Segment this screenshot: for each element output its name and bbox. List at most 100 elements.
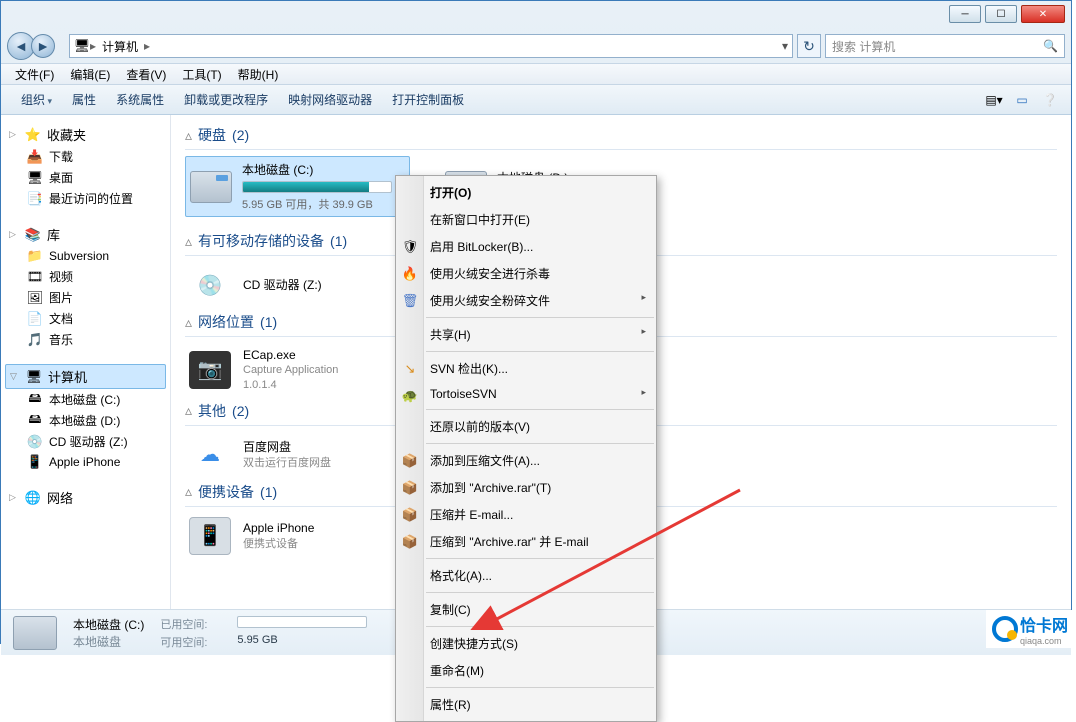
tool-organize[interactable]: 组织: [11, 87, 62, 112]
address-dropdown-icon[interactable]: ▾: [782, 39, 788, 53]
nav-row: ◄ ► 🖥 ▸ 计算机 ▸ ▾ ↻ 搜索 计算机 🔍: [1, 29, 1071, 63]
tool-system-properties[interactable]: 系统属性: [106, 87, 174, 112]
side-iphone[interactable]: 📱Apple iPhone: [5, 452, 166, 472]
ctx-compress-email[interactable]: 📦压缩并 E-mail...: [396, 501, 656, 528]
archive-icon: 📦: [401, 533, 419, 551]
maximize-button[interactable]: ☐: [985, 5, 1017, 23]
side-documents[interactable]: 📄文档: [5, 308, 166, 329]
picture-icon: 🖼: [27, 290, 43, 306]
ctx-sep: [426, 592, 654, 593]
ctx-huorong-shred[interactable]: 🗑使用火绒安全粉碎文件: [396, 287, 656, 314]
ctx-open-new-window[interactable]: 在新窗口中打开(E): [396, 206, 656, 233]
side-drive-d[interactable]: 🖴本地磁盘 (D:): [5, 410, 166, 431]
view-options-button[interactable]: ▤▾: [983, 90, 1005, 110]
music-icon: 🎵: [27, 332, 43, 348]
side-music[interactable]: 🎵音乐: [5, 329, 166, 350]
document-icon: 📄: [27, 311, 43, 327]
ctx-add-archive-rar[interactable]: 📦添加到 "Archive.rar"(T): [396, 474, 656, 501]
close-button[interactable]: ✕: [1021, 5, 1065, 23]
side-favorites[interactable]: ▷⭐收藏夹: [5, 123, 166, 146]
drive-c-free: 5.95 GB 可用，共 39.9 GB: [242, 196, 392, 212]
tool-map-drive[interactable]: 映射网络驱动器: [278, 87, 382, 112]
status-name: 本地磁盘 (C:): [73, 616, 144, 633]
side-recent[interactable]: 📑最近访问的位置: [5, 188, 166, 209]
svn-icon: ↘: [401, 360, 419, 378]
ctx-huorong-scan[interactable]: 🔥使用火绒安全进行杀毒: [396, 260, 656, 287]
side-network[interactable]: ▷🌐网络: [5, 486, 166, 509]
side-drive-c[interactable]: 🖴本地磁盘 (C:): [5, 389, 166, 410]
computer-icon: 🖥: [26, 369, 42, 385]
computer-icon: 🖥: [74, 38, 90, 54]
menu-edit[interactable]: 编辑(E): [62, 64, 118, 85]
forward-button[interactable]: ►: [31, 34, 55, 58]
status-free-val: 5.95 GB: [237, 634, 367, 650]
side-desktop[interactable]: 🖥桌面: [5, 167, 166, 188]
ctx-tortoisesvn[interactable]: 🐢TortoiseSVN: [396, 382, 656, 406]
ctx-properties[interactable]: 属性(R): [396, 691, 656, 718]
side-drive-z[interactable]: 💿CD 驱动器 (Z:): [5, 431, 166, 452]
archive-icon: 📦: [401, 452, 419, 470]
side-computer[interactable]: ▽🖥计算机: [5, 364, 166, 389]
menu-view[interactable]: 查看(V): [118, 64, 174, 85]
help-button[interactable]: ❔: [1039, 90, 1061, 110]
titlebar: ─ ☐ ✕: [1, 1, 1071, 29]
ctx-sep: [426, 443, 654, 444]
search-icon[interactable]: 🔍: [1043, 39, 1058, 53]
search-placeholder: 搜索 计算机: [832, 38, 895, 55]
watermark-logo: 恰卡网 qiaqa.com: [986, 610, 1074, 648]
ctx-add-archive[interactable]: 📦添加到压缩文件(A)...: [396, 447, 656, 474]
ctx-bitlocker[interactable]: 🛡启用 BitLocker(B)...: [396, 233, 656, 260]
preview-pane-button[interactable]: ▭: [1011, 90, 1033, 110]
ctx-sep: [426, 558, 654, 559]
video-icon: 🎞: [27, 269, 43, 285]
library-icon: 📚: [25, 227, 41, 243]
search-box[interactable]: 搜索 计算机 🔍: [825, 34, 1065, 58]
ctx-sep: [426, 317, 654, 318]
tool-uninstall[interactable]: 卸载或更改程序: [174, 87, 278, 112]
ctx-compress-rar-email[interactable]: 📦压缩到 "Archive.rar" 并 E-mail: [396, 528, 656, 555]
baidu-item[interactable]: ☁ 百度网盘 双击运行百度网盘: [185, 432, 425, 478]
ctx-sep: [426, 626, 654, 627]
drive-c[interactable]: 本地磁盘 (C:) 5.95 GB 可用，共 39.9 GB: [185, 156, 410, 217]
ctx-rename[interactable]: 重命名(M): [396, 657, 656, 684]
ctx-sep: [426, 409, 654, 410]
tool-properties[interactable]: 属性: [62, 87, 106, 112]
status-drive-icon: [13, 616, 57, 650]
iphone-item[interactable]: 📱 Apple iPhone 便携式设备: [185, 513, 425, 559]
ctx-svn-checkout[interactable]: ↘SVN 检出(K)...: [396, 355, 656, 382]
menu-file[interactable]: 文件(F): [7, 64, 62, 85]
crumb-computer[interactable]: 计算机: [96, 38, 144, 55]
drive-icon: [190, 171, 232, 203]
refresh-button[interactable]: ↻: [797, 34, 821, 58]
phone-icon: 📱: [27, 454, 43, 470]
ecap-item[interactable]: 📷 ECap.exe Capture Application 1.0.1.4: [185, 343, 425, 397]
cd-drive-z[interactable]: 💿 CD 驱动器 (Z:): [185, 262, 425, 308]
desktop-icon: 🖥: [27, 170, 43, 186]
menu-help[interactable]: 帮助(H): [230, 64, 287, 85]
logo-ring-icon: [992, 616, 1018, 642]
menu-tools[interactable]: 工具(T): [174, 64, 229, 85]
toolbar: 组织 属性 系统属性 卸载或更改程序 映射网络驱动器 打开控制面板 ▤▾ ▭ ❔: [1, 85, 1071, 115]
tool-control-panel[interactable]: 打开控制面板: [382, 87, 474, 112]
star-icon: ⭐: [25, 127, 41, 143]
ctx-copy[interactable]: 复制(C): [396, 596, 656, 623]
side-downloads[interactable]: 📥下载: [5, 146, 166, 167]
ctx-create-shortcut[interactable]: 创建快捷方式(S): [396, 630, 656, 657]
ctx-restore-previous[interactable]: 还原以前的版本(V): [396, 413, 656, 440]
ctx-open[interactable]: 打开(O): [396, 179, 656, 206]
status-used-bar: [237, 616, 367, 628]
network-icon: 🌐: [25, 490, 41, 506]
side-svn[interactable]: 📁Subversion: [5, 246, 166, 266]
ctx-sep: [426, 687, 654, 688]
minimize-button[interactable]: ─: [949, 5, 981, 23]
side-videos[interactable]: 🎞视频: [5, 266, 166, 287]
phone-icon: 📱: [189, 517, 231, 555]
ctx-share[interactable]: 共享(H): [396, 321, 656, 348]
side-libraries[interactable]: ▷📚库: [5, 223, 166, 246]
section-hard-drives[interactable]: ▵硬盘 (2): [185, 121, 1057, 150]
ctx-format[interactable]: 格式化(A)...: [396, 562, 656, 589]
address-bar[interactable]: 🖥 ▸ 计算机 ▸ ▾: [69, 34, 793, 58]
nav-pane: ▷⭐收藏夹 📥下载 🖥桌面 📑最近访问的位置 ▷📚库 📁Subversion 🎞…: [1, 115, 171, 609]
cd-icon: 💿: [27, 434, 43, 450]
side-pictures[interactable]: 🖼图片: [5, 287, 166, 308]
